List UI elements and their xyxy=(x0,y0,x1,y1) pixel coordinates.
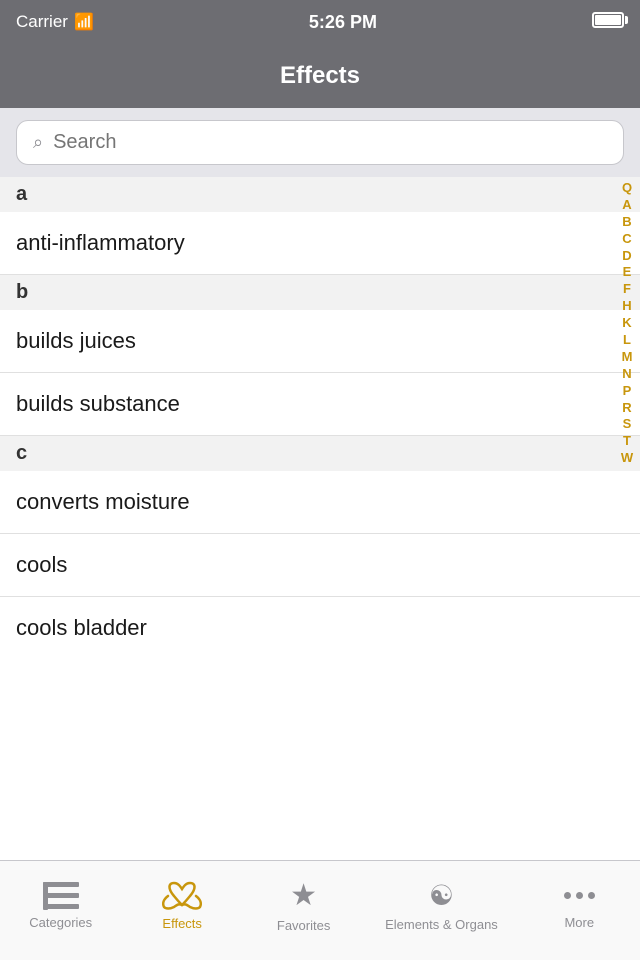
tab-bar: Categories Effects ★ Favorites ☯ Element… xyxy=(0,860,640,960)
search-container: ⌕ xyxy=(0,108,640,177)
battery-indicator xyxy=(592,12,624,33)
tab-elements-label: Elements & Organs xyxy=(385,917,498,932)
index-d[interactable]: D xyxy=(622,248,631,265)
status-bar: Carrier 📶 5:26 PM xyxy=(0,0,640,44)
index-c[interactable]: C xyxy=(622,231,631,248)
carrier-wifi: Carrier 📶 xyxy=(16,12,94,32)
search-input[interactable] xyxy=(53,131,607,154)
index-h[interactable]: H xyxy=(622,298,631,315)
tab-more[interactable]: More xyxy=(539,882,619,930)
index-n[interactable]: N xyxy=(622,366,631,383)
list-container: a anti-inflammatory b builds juices buil… xyxy=(0,177,640,861)
index-p[interactable]: P xyxy=(623,383,632,400)
index-k[interactable]: K xyxy=(622,315,631,332)
list-item[interactable]: anti-inflammatory xyxy=(0,212,640,275)
tab-categories-label: Categories xyxy=(29,915,92,930)
list-item[interactable]: converts moisture xyxy=(0,471,640,534)
section-header-b: b xyxy=(0,275,640,310)
index-e[interactable]: E xyxy=(623,264,632,281)
categories-icon xyxy=(43,882,79,910)
tab-categories[interactable]: Categories xyxy=(21,882,101,930)
tab-effects[interactable]: Effects xyxy=(142,881,222,931)
index-l[interactable]: L xyxy=(623,332,631,349)
index-f[interactable]: F xyxy=(623,281,631,298)
index-a[interactable]: A xyxy=(622,197,631,214)
yin-yang-icon: ☯ xyxy=(429,879,454,912)
index-r[interactable]: R xyxy=(622,400,631,417)
nav-bar: Effects xyxy=(0,44,640,108)
tab-elements-organs[interactable]: ☯ Elements & Organs xyxy=(385,879,498,932)
index-m[interactable]: M xyxy=(622,349,633,366)
tab-effects-label: Effects xyxy=(162,916,202,931)
list-item[interactable]: builds juices xyxy=(0,310,640,373)
section-header-c: c xyxy=(0,436,640,471)
time-display: 5:26 PM xyxy=(309,12,377,33)
tab-favorites[interactable]: ★ Favorites xyxy=(264,878,344,933)
effects-icon xyxy=(162,881,202,911)
search-bar[interactable]: ⌕ xyxy=(16,120,624,165)
more-dots-icon xyxy=(564,882,595,910)
index-t[interactable]: T xyxy=(623,433,631,450)
index-q[interactable]: Q xyxy=(622,180,632,197)
carrier-label: Carrier xyxy=(16,12,68,32)
page-title: Effects xyxy=(280,62,360,90)
wifi-icon: 📶 xyxy=(74,12,94,32)
search-icon: ⌕ xyxy=(33,132,43,153)
index-s[interactable]: S xyxy=(623,416,632,433)
list-item[interactable]: cools xyxy=(0,534,640,597)
star-icon: ★ xyxy=(290,878,317,913)
index-b[interactable]: B xyxy=(622,214,631,231)
tab-favorites-label: Favorites xyxy=(277,918,330,933)
list-item[interactable]: cools bladder xyxy=(0,597,640,659)
tab-more-label: More xyxy=(564,915,594,930)
section-header-a: a xyxy=(0,177,640,212)
index-w[interactable]: W xyxy=(621,450,633,467)
list-item[interactable]: builds substance xyxy=(0,373,640,436)
